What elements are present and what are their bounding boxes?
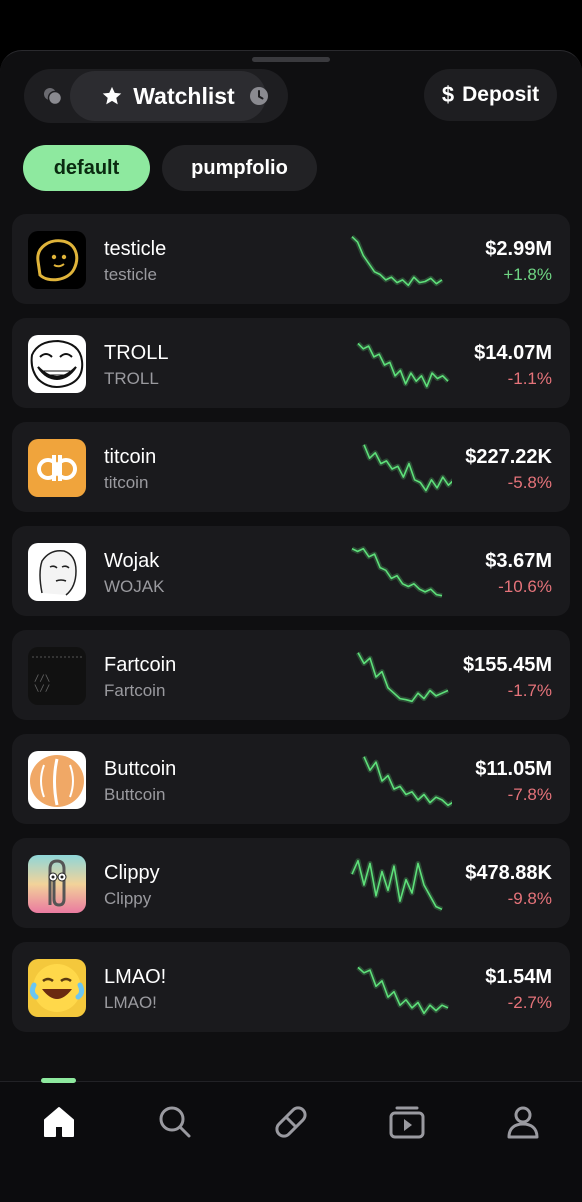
price-change: -7.8% (507, 785, 552, 804)
bottom-nav (0, 1078, 582, 1202)
token-name: Clippy (104, 862, 160, 884)
sparkline-glow (350, 546, 443, 599)
buttcoin-icon (28, 751, 86, 809)
list-item[interactable]: Wojak WOJAK $3.67M -10.6% (12, 526, 570, 616)
star-icon (103, 86, 122, 105)
sparkline-line (363, 756, 452, 807)
token-name: LMAO! (104, 966, 167, 988)
dollar-icon: $ (441, 82, 455, 107)
wojak-icon (28, 543, 86, 601)
token-price: $1.54M (485, 966, 552, 988)
token-ticker: WOJAK (104, 577, 165, 596)
token-price: $3.67M (485, 550, 552, 572)
sparkline-chart (356, 341, 450, 390)
trollface-icon (28, 335, 86, 393)
token-ticker: TROLL (104, 369, 159, 388)
token-ticker: Clippy (104, 889, 152, 908)
token-price: $14.07M (474, 342, 552, 364)
sparkline-chart (361, 755, 452, 808)
sparkline-glow (356, 341, 450, 390)
coins-icon[interactable] (42, 85, 64, 107)
token-price: $2.99M (485, 238, 552, 260)
search-icon[interactable] (155, 1102, 195, 1142)
token-name: testicle (104, 238, 167, 260)
list-item[interactable]: LMAO! LMAO! $1.54M -2.7% (12, 942, 570, 1032)
sparkline-chart (350, 546, 443, 599)
watchlist-sheet: Watchlist $ Deposit default pumpfolio te… (0, 50, 582, 1202)
token-price: $227.22K (465, 446, 552, 468)
token-name: Buttcoin (104, 758, 177, 780)
price-change: -1.7% (507, 681, 552, 700)
svg-text://\: //\ (34, 674, 50, 684)
price-change: -1.1% (507, 369, 552, 388)
token-ticker: testicle (104, 265, 157, 284)
list-item[interactable]: titcoin titcoin $227.22K -5.8% (12, 422, 570, 512)
fartcoin-icon: //\ \// (28, 647, 86, 705)
titcoin-icon (28, 439, 86, 497)
sparkline-chart (350, 234, 444, 288)
potato-face-icon (28, 231, 86, 289)
pill-icon[interactable] (271, 1102, 311, 1142)
clippy-icon (28, 855, 86, 913)
tab-default[interactable]: default (23, 145, 150, 191)
deposit-label: Deposit (462, 83, 540, 106)
profile-icon[interactable] (503, 1102, 543, 1142)
tab-pumpfolio[interactable]: pumpfolio (162, 145, 317, 191)
token-ticker: titcoin (104, 473, 149, 492)
sheet-grabber[interactable] (252, 57, 330, 62)
token-ticker: Buttcoin (104, 785, 166, 804)
price-change: -5.8% (507, 473, 552, 492)
list-item[interactable]: //\ \// Fartcoin Fartcoin $155.45M -1.7% (12, 630, 570, 720)
watchlist-label: Watchlist (133, 82, 235, 109)
list-item[interactable]: testicle testicle $2.99M +1.8% (12, 214, 570, 304)
view-switcher: Watchlist (24, 69, 288, 123)
sparkline-chart (356, 965, 450, 1016)
price-change: -10.6% (498, 577, 552, 596)
token-price: $11.05M (475, 758, 552, 780)
svg-text:\//: \// (34, 684, 50, 694)
token-ticker: Fartcoin (104, 681, 166, 700)
token-name: titcoin (104, 446, 157, 468)
list-item[interactable]: Buttcoin Buttcoin $11.05M -7.8% (12, 734, 570, 824)
list-item[interactable]: Clippy Clippy $478.88K -9.8% (12, 838, 570, 928)
token-price: $478.88K (465, 862, 552, 884)
price-change: +1.8% (503, 265, 552, 284)
token-name: Wojak (104, 550, 160, 572)
list-item[interactable]: TROLL TROLL $14.07M -1.1% (12, 318, 570, 408)
sparkline-chart (355, 651, 450, 704)
sparkline-chart (361, 443, 452, 494)
sparkline-glow (350, 234, 444, 288)
deposit-button[interactable]: $ Deposit (424, 69, 557, 121)
token-price: $155.45M (463, 654, 552, 676)
token-name: Fartcoin (104, 654, 177, 676)
home-icon[interactable] (39, 1102, 79, 1142)
active-nav-indicator (41, 1078, 76, 1083)
token-name: TROLL (104, 342, 169, 364)
clock-icon[interactable] (248, 85, 270, 107)
laughing-emoji-icon (28, 959, 86, 1017)
price-change: -2.7% (507, 993, 552, 1012)
sparkline-chart (349, 858, 444, 912)
token-ticker: LMAO! (104, 993, 157, 1012)
watchlist-tab[interactable]: Watchlist (70, 71, 266, 121)
price-change: -9.8% (507, 889, 552, 908)
play-stack-icon[interactable] (387, 1102, 427, 1142)
